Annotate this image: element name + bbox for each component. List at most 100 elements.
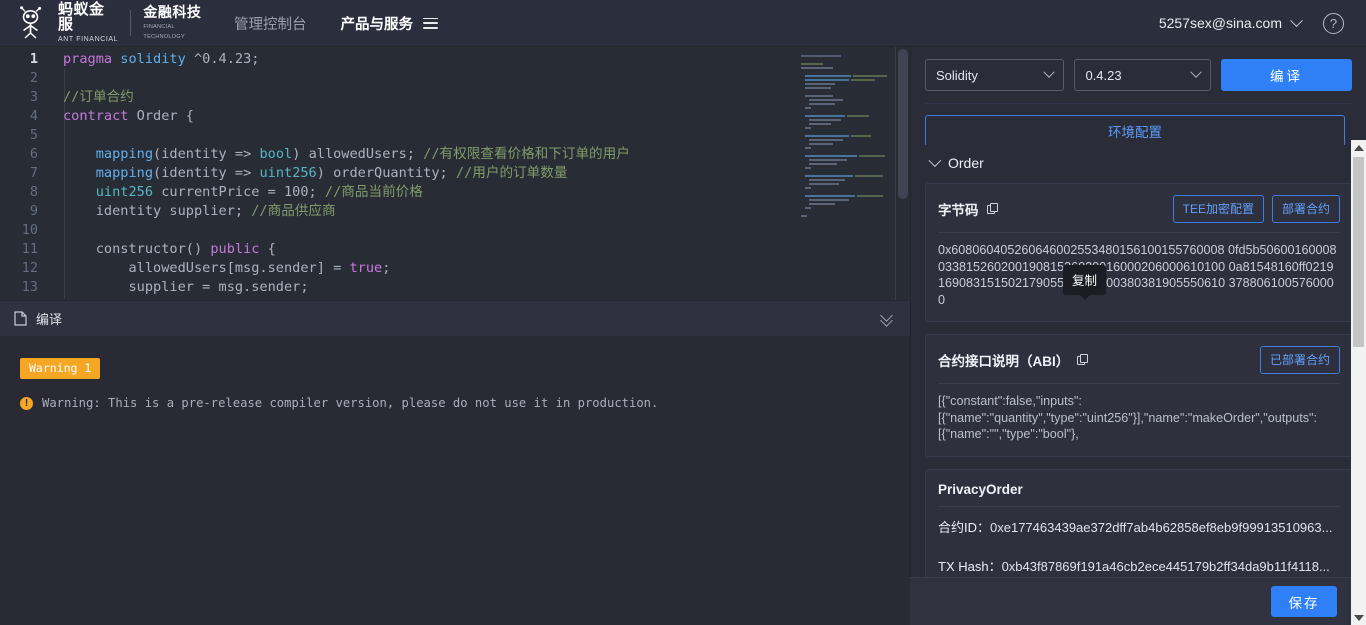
version-select-value: 0.4.23 bbox=[1085, 67, 1122, 83]
code-line: mapping(identity => uint256) orderQuanti… bbox=[95, 165, 568, 181]
nav-item-products-label: 产品与服务 bbox=[340, 16, 414, 33]
line-number-gutter: 1 2 3 4 5 6 7 8 9 10 11 12 13 bbox=[0, 47, 48, 300]
editor-scrollbar[interactable] bbox=[896, 47, 910, 300]
code-line: supplier = msg.sender; bbox=[128, 279, 309, 295]
editor-pane: 1 2 3 4 5 6 7 8 9 10 11 12 13 pragma sol… bbox=[0, 47, 910, 625]
compile-panel-title: 编译 bbox=[36, 312, 63, 327]
privacy-order-title: PrivacyOrder bbox=[938, 481, 1023, 497]
deploy-contract-button[interactable]: 部署合约 bbox=[1271, 195, 1340, 223]
code-line: uint256 currentPrice = 100; //商品当前价格 bbox=[95, 184, 423, 200]
right-panel: Solidity 0.4.23 编译 环境配置 Order 字节码 TEE加密配… bbox=[910, 47, 1366, 625]
contract-section: Order 字节码 TEE加密配置 部署合约 0x608060405260646… bbox=[925, 145, 1353, 625]
language-select-value: Solidity bbox=[936, 67, 978, 83]
document-icon bbox=[14, 311, 27, 326]
tx-hash-label: TX Hash： bbox=[938, 558, 1002, 574]
contract-id-row: 合约ID：0xe177463439ae372dff7ab4b62858ef8eb… bbox=[926, 507, 1352, 546]
top-header: 蚂蚁金服 ANT FINANCIAL 金融科技 FINANCIAL TECHNO… bbox=[0, 0, 1366, 47]
contract-id-label: 合约ID： bbox=[938, 519, 991, 535]
chevron-down-icon bbox=[1190, 66, 1202, 78]
compile-panel-header: 编译 bbox=[0, 300, 910, 336]
code-line: contract Order { bbox=[63, 108, 194, 124]
bottom-action-bar: 保存 bbox=[910, 577, 1351, 625]
accordion-order-header[interactable]: Order bbox=[925, 145, 1353, 181]
brand-divider bbox=[130, 10, 132, 36]
code-line: mapping(identity => bool) allowedUsers; … bbox=[95, 146, 630, 162]
abi-card-header: 合约接口说明（ABI） 已部署合约 bbox=[926, 335, 1352, 383]
editor-scrollbar-thumb[interactable] bbox=[898, 49, 908, 199]
version-select[interactable]: 0.4.23 bbox=[1074, 59, 1211, 91]
header-right: 5257sex@sina.com ? bbox=[1158, 12, 1366, 34]
compiler-controls: Solidity 0.4.23 编译 bbox=[911, 47, 1366, 104]
abi-label: 合约接口说明（ABI） bbox=[938, 354, 1070, 369]
brand-logo[interactable]: 蚂蚁金服 ANT FINANCIAL 金融科技 FINANCIAL TECHNO… bbox=[0, 2, 216, 45]
bytecode-actions: TEE加密配置 部署合约 bbox=[1172, 195, 1340, 223]
brand2-name-cn: 金融科技 bbox=[143, 3, 202, 20]
env-config-button[interactable]: 环境配置 bbox=[925, 115, 1345, 147]
help-icon[interactable]: ? bbox=[1323, 12, 1344, 34]
tx-hash-value: 0xb43f87869f191a46cb2ece445179b2ff34da9b… bbox=[1001, 558, 1330, 574]
compiler-controls-row: Solidity 0.4.23 编译 bbox=[925, 59, 1352, 91]
scroll-up-arrow-icon[interactable] bbox=[1351, 140, 1366, 155]
line-number: 5 bbox=[29, 127, 38, 143]
controls-divider bbox=[925, 103, 1352, 104]
brand-name-en: ANT FINANCIAL bbox=[58, 35, 119, 43]
bytecode-card-header: 字节码 TEE加密配置 部署合约 bbox=[926, 184, 1352, 232]
chevron-down-icon bbox=[1043, 66, 1056, 78]
line-number: 4 bbox=[29, 108, 38, 124]
bytecode-card: 字节码 TEE加密配置 部署合约 0x608060405260646002553… bbox=[925, 183, 1353, 322]
menu-icon[interactable] bbox=[423, 17, 438, 29]
account-email: 5257sex@sina.com bbox=[1158, 15, 1282, 31]
code-line: constructor() public { bbox=[95, 241, 276, 257]
line-number: 9 bbox=[29, 203, 38, 219]
bytecode-value: 0x60806040526064600255348015610015576000… bbox=[938, 243, 1337, 307]
code-line: allowedUsers[msg.sender] = true; bbox=[128, 260, 391, 276]
account-menu[interactable]: 5257sex@sina.com bbox=[1158, 13, 1303, 31]
line-number: 8 bbox=[29, 184, 38, 200]
tee-config-button[interactable]: TEE加密配置 bbox=[1172, 195, 1264, 223]
copy-icon[interactable] bbox=[1077, 353, 1089, 367]
warning-message-text: Warning: This is a pre-release compiler … bbox=[42, 396, 659, 410]
warning-count-badge: Warning 1 bbox=[20, 358, 101, 379]
compile-button[interactable]: 编译 bbox=[1220, 59, 1352, 91]
scroll-down-arrow-icon[interactable] bbox=[1351, 610, 1366, 625]
code-line: pragma solidity ^0.4.23; bbox=[63, 51, 260, 67]
line-number: 13 bbox=[21, 279, 38, 295]
abi-value: [{"constant":false,"inputs":[{"name":"qu… bbox=[938, 394, 1318, 441]
line-number: 10 bbox=[21, 222, 38, 238]
copy-tooltip: 复制 bbox=[1063, 265, 1107, 300]
abi-card: 合约接口说明（ABI） 已部署合约 [{"constant":false,"in… bbox=[925, 334, 1353, 457]
nav-item-console[interactable]: 管理控制台 bbox=[234, 13, 307, 34]
line-number: 12 bbox=[21, 260, 38, 276]
line-number: 7 bbox=[29, 165, 38, 181]
copy-icon[interactable] bbox=[986, 202, 999, 216]
contract-result-scroll: Order 字节码 TEE加密配置 部署合约 0x608060405260646… bbox=[911, 145, 1366, 625]
editor-minimap[interactable] bbox=[797, 53, 892, 293]
compile-output: Warning 1 ! Warning: This is a pre-relea… bbox=[0, 336, 910, 625]
language-select[interactable]: Solidity bbox=[925, 59, 1065, 91]
right-panel-scrollbar[interactable] bbox=[1351, 140, 1366, 625]
code-content[interactable]: pragma solidity ^0.4.23; //订单合约 contract… bbox=[48, 50, 910, 297]
line-number: 3 bbox=[29, 89, 38, 105]
code-line: identity supplier; //商品供应商 bbox=[95, 203, 336, 219]
app-root: 蚂蚁金服 ANT FINANCIAL 金融科技 FINANCIAL TECHNO… bbox=[0, 0, 1366, 625]
code-line: //订单合约 bbox=[63, 89, 134, 105]
line-number: 6 bbox=[29, 146, 38, 162]
nav-item-products[interactable]: 产品与服务 bbox=[340, 13, 438, 34]
warning-message-row: ! Warning: This is a pre-release compile… bbox=[20, 395, 890, 411]
line-number: 11 bbox=[21, 241, 38, 257]
bytecode-label: 字节码 bbox=[938, 203, 979, 218]
code-editor[interactable]: 1 2 3 4 5 6 7 8 9 10 11 12 13 pragma sol… bbox=[0, 47, 910, 300]
contract-id-value: 0xe177463439ae372dff7ab4b62858ef8eb9f999… bbox=[990, 519, 1333, 535]
collapse-double-chevron-icon[interactable] bbox=[879, 309, 896, 327]
deployed-contract-button[interactable]: 已部署合约 bbox=[1259, 346, 1340, 374]
save-button[interactable]: 保存 bbox=[1271, 586, 1337, 617]
ant-financial-logo-icon bbox=[16, 6, 50, 40]
warning-icon: ! bbox=[20, 397, 33, 410]
right-panel-scrollbar-thumb[interactable] bbox=[1353, 157, 1364, 347]
main-nav: 管理控制台 产品与服务 bbox=[234, 13, 438, 34]
chevron-down-icon bbox=[928, 153, 942, 167]
abi-actions: 已部署合约 bbox=[1259, 346, 1340, 374]
